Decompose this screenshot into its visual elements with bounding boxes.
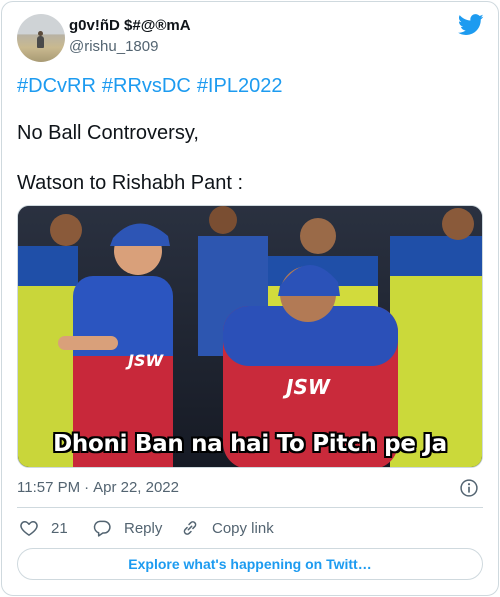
hashtag-link[interactable]: #RRvsDC xyxy=(102,75,191,97)
tweet-text-line: No Ball Controversy, xyxy=(17,122,199,144)
svg-text:JSW: JSW xyxy=(282,375,331,399)
separator-dot: · xyxy=(84,479,90,496)
tweet-timestamp[interactable]: 11:57 PM · Apr 22, 2022 xyxy=(17,479,179,497)
tweet-text-line: Watson to Rishabh Pant : xyxy=(17,172,244,194)
reply-bubble-icon xyxy=(93,520,111,537)
copy-link-label: Copy link xyxy=(212,519,274,537)
author-display-name[interactable]: g0v!ñD $#@®mA xyxy=(69,17,191,35)
svg-text:JSW: JSW xyxy=(125,351,164,370)
heart-icon xyxy=(20,521,38,536)
author-handle[interactable]: @rishu_1809 xyxy=(69,38,158,56)
like-button[interactable]: 21 xyxy=(19,517,68,539)
hashtag-link[interactable]: #IPL2022 xyxy=(197,75,283,97)
hashtags: #DCvRR #RRvsDC #IPL2022 xyxy=(17,74,288,98)
like-count: 21 xyxy=(51,519,68,537)
divider xyxy=(17,507,483,508)
twitter-bird-icon[interactable] xyxy=(458,14,484,36)
link-icon xyxy=(183,521,197,535)
avatar[interactable] xyxy=(17,14,65,62)
hashtag-link[interactable]: #DCvRR xyxy=(17,75,96,97)
reply-label: Reply xyxy=(124,519,163,537)
info-icon[interactable] xyxy=(459,478,479,498)
explore-button[interactable]: Explore what's happening on Twitt… xyxy=(17,548,483,580)
reply-button[interactable]: Reply xyxy=(92,517,162,539)
tweet-time: 11:57 PM xyxy=(17,479,81,496)
media-photo: JSW JSW xyxy=(18,206,482,467)
media-caption: Dhoni Ban na hai To Pitch pe Ja xyxy=(53,431,447,457)
tweet-media-image[interactable]: JSW JSW Dhoni Ban na hai To Pitch pe Ja xyxy=(17,205,483,468)
copy-link-button[interactable]: Copy link xyxy=(180,517,274,539)
tweet-date: Apr 22, 2022 xyxy=(93,479,179,496)
